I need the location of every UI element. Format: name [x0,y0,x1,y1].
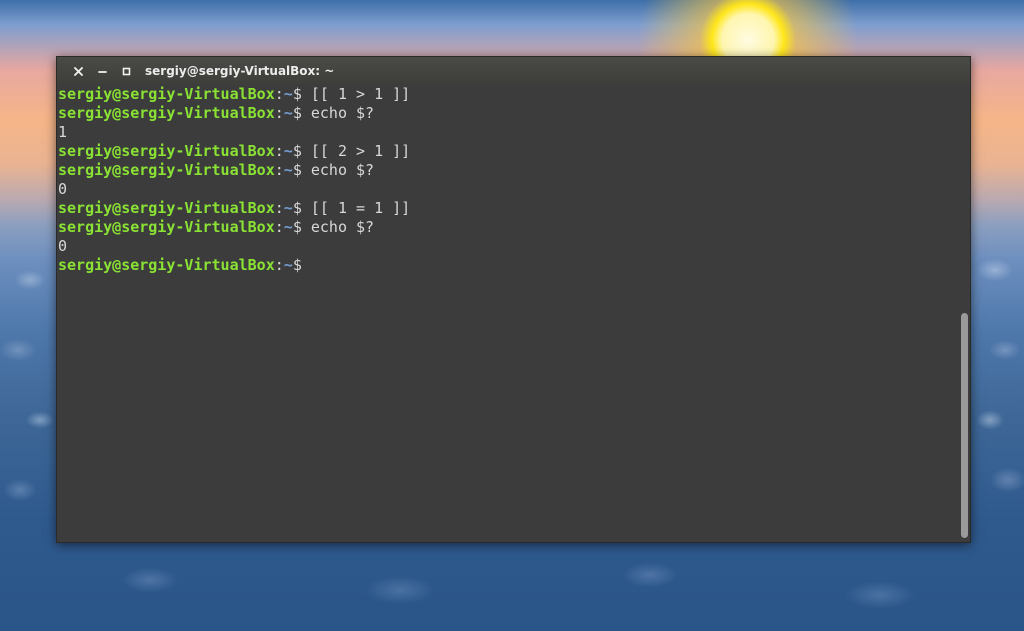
prompt-line: sergiy@sergiy-VirtualBox:~$ [[ 2 > 1 ]] [58,142,958,161]
output-text: 0 [58,237,68,255]
terminal-window[interactable]: sergiy@sergiy-VirtualBox: ~ sergiy@sergi… [56,56,971,543]
prompt-path: ~ [283,218,293,236]
prompt-path: ~ [283,199,293,217]
prompt-colon: : [274,142,284,160]
title-bar[interactable]: sergiy@sergiy-VirtualBox: ~ [57,57,970,85]
prompt-line: sergiy@sergiy-VirtualBox:~$ echo $? [58,161,958,180]
minimize-button[interactable] [93,62,111,80]
prompt-user: sergiy@sergiy-VirtualBox [58,161,275,179]
scrollbar-thumb[interactable] [961,313,968,538]
output-line: 0 [58,237,958,256]
prompt-path: ~ [283,85,293,103]
prompt-line: sergiy@sergiy-VirtualBox:~$ [[ 1 = 1 ]] [58,199,958,218]
prompt-colon: : [274,218,284,236]
close-icon [73,66,83,76]
command-text: echo $? [310,161,375,179]
prompt-line: sergiy@sergiy-VirtualBox:~$ echo $? [58,104,958,123]
minimize-icon [97,70,107,73]
prompt-symbol: $ [292,142,311,160]
prompt-user: sergiy@sergiy-VirtualBox [58,218,275,236]
prompt-symbol: $ [292,218,311,236]
output-line: 0 [58,180,958,199]
prompt-symbol: $ [292,256,302,274]
command-text: echo $? [310,104,375,122]
scrollbar[interactable] [959,85,968,540]
prompt-colon: : [274,161,284,179]
prompt-symbol: $ [292,161,311,179]
close-button[interactable] [69,62,87,80]
window-controls [69,62,135,80]
prompt-user: sergiy@sergiy-VirtualBox [58,104,275,122]
prompt-colon: : [274,199,284,217]
output-text: 1 [58,123,68,141]
prompt-colon: : [274,85,284,103]
output-line: 1 [58,123,958,142]
prompt-line: sergiy@sergiy-VirtualBox:~$ [[ 1 > 1 ]] [58,85,958,104]
command-text: [[ 2 > 1 ]] [310,142,411,160]
maximize-icon [122,67,130,75]
prompt-user: sergiy@sergiy-VirtualBox [58,85,275,103]
prompt-colon: : [274,256,284,274]
window-title: sergiy@sergiy-VirtualBox: ~ [145,64,335,78]
prompt-symbol: $ [292,199,311,217]
prompt-path: ~ [283,104,293,122]
prompt-user: sergiy@sergiy-VirtualBox [58,256,275,274]
command-text: [[ 1 = 1 ]] [310,199,411,217]
command-text: [[ 1 > 1 ]] [310,85,411,103]
prompt-path: ~ [283,142,293,160]
output-text: 0 [58,180,68,198]
prompt-line: sergiy@sergiy-VirtualBox:~$ echo $? [58,218,958,237]
prompt-colon: : [274,104,284,122]
prompt-path: ~ [283,161,293,179]
prompt-user: sergiy@sergiy-VirtualBox [58,199,275,217]
prompt-user: sergiy@sergiy-VirtualBox [58,142,275,160]
prompt-path: ~ [283,256,293,274]
command-text: echo $? [310,218,375,236]
terminal-output[interactable]: sergiy@sergiy-VirtualBox:~$ [[ 1 > 1 ]] s… [58,85,958,542]
maximize-button[interactable] [117,62,135,80]
prompt-line: sergiy@sergiy-VirtualBox:~$ [58,256,958,275]
prompt-symbol: $ [292,104,311,122]
prompt-symbol: $ [292,85,311,103]
